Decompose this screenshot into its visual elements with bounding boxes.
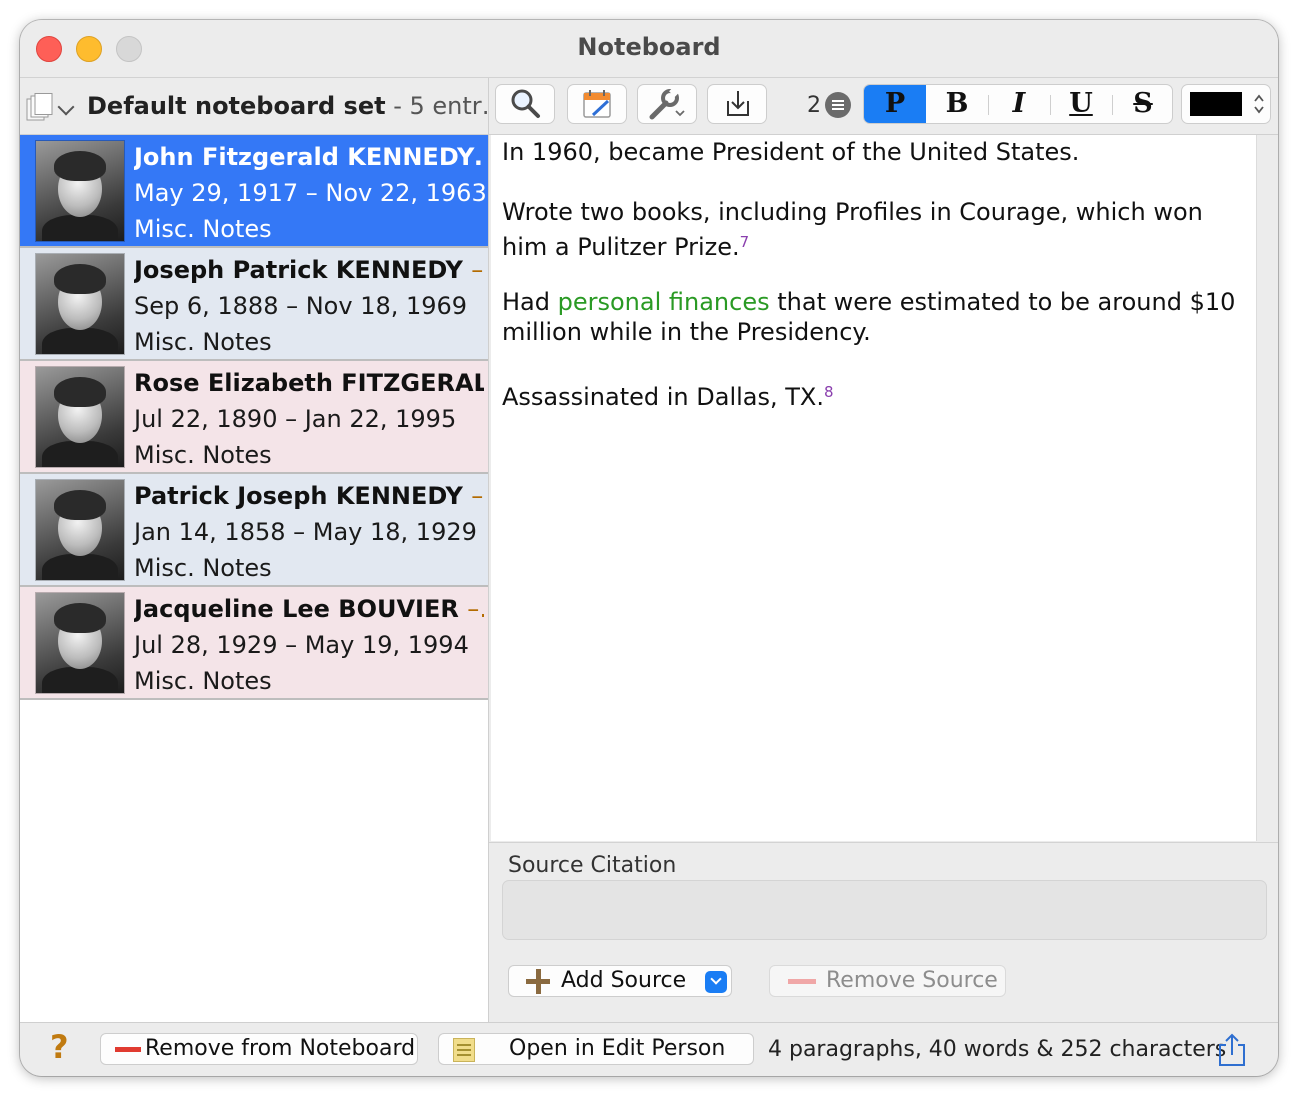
person-name: John Fitzgerald KENNEDY… (134, 143, 484, 171)
word-count-stats: 4 paragraphs, 40 words & 252 characters (768, 1037, 1227, 1062)
person-life-dates: Sep 6, 1888 – Nov 18, 1969 (134, 292, 468, 320)
person-note-type: Misc. Notes (134, 554, 272, 582)
source-citation-field[interactable] (502, 880, 1267, 940)
people-list: John Fitzgerald KENNEDY… May 29, 1917 – N… (20, 135, 488, 700)
strikethrough-button[interactable]: S (1112, 85, 1172, 123)
color-swatch (1190, 92, 1242, 116)
person-row[interactable]: Jacqueline Lee BOUVIER –… Jul 28, 1929 – … (20, 587, 488, 700)
footnote-marker[interactable]: 8 (824, 383, 834, 401)
window-title: Noteboard (577, 33, 721, 61)
person-photo (36, 593, 124, 693)
add-source-label: Add Source (561, 968, 687, 993)
person-photo (36, 367, 124, 467)
text-style-segmented-control: P B I U S (863, 84, 1173, 124)
note-paragraph-1: In 1960, became President of the United … (502, 138, 1080, 166)
person-name-text: Joseph Patrick KENNEDY (134, 256, 472, 284)
remove-source-label: Remove Source (826, 968, 998, 993)
remove-from-noteboard-label: Remove from Noteboard (145, 1036, 416, 1061)
person-name: Joseph Patrick KENNEDY –… (134, 256, 484, 284)
note-editor[interactable]: In 1960, became President of the United … (491, 135, 1257, 841)
remove-source-button[interactable]: Remove Source (769, 965, 1006, 997)
person-photo (36, 254, 124, 354)
notepad-icon (453, 1038, 475, 1062)
person-life-dates: Jan 14, 1858 – May 18, 1929 (134, 518, 477, 546)
noteboard-window: Noteboard Default noteboard set - 5 entr… (20, 20, 1278, 1076)
person-name-text: Patrick Joseph KENNEDY (134, 482, 472, 510)
person-name-overflow: –… (467, 595, 484, 623)
person-name-text: John Fitzgerald KENNEDY… (134, 143, 484, 171)
underline-button[interactable]: U (1050, 85, 1112, 123)
person-note-type: Misc. Notes (134, 667, 272, 695)
person-name: Jacqueline Lee BOUVIER –… (134, 595, 484, 623)
person-row[interactable]: John Fitzgerald KENNEDY… May 29, 1917 – N… (20, 135, 488, 248)
person-note-type: Misc. Notes (134, 215, 272, 243)
noteboard-set-title: Default noteboard set - 5 entr… (87, 92, 506, 120)
bottom-bar: ? Remove from Noteboard Open in Edit Per… (20, 1022, 1278, 1076)
minus-icon (115, 1047, 141, 1052)
footnote-marker[interactable]: 7 (740, 233, 750, 251)
source-citation-panel: Source Citation Add Source Remove Source (489, 842, 1278, 1023)
personal-finances-link[interactable]: personal finances (558, 288, 770, 316)
stepper-chevrons-icon (1254, 94, 1264, 114)
note-paragraph-4: Assassinated in Dallas, TX.8 (502, 377, 1242, 412)
text-color-well[interactable] (1181, 84, 1271, 124)
person-life-dates: May 29, 1917 – Nov 22, 1963 (134, 179, 487, 207)
person-row[interactable]: Joseph Patrick KENNEDY –…Sep 6, 1888 – N… (20, 248, 488, 361)
help-icon[interactable]: ? (50, 1028, 69, 1066)
minus-icon (788, 979, 816, 984)
person-life-dates: Jul 28, 1929 – May 19, 1994 (134, 631, 469, 659)
chevron-down-icon[interactable] (705, 971, 727, 993)
person-name-text: Jacqueline Lee BOUVIER (134, 595, 468, 623)
note-paragraph-3: Had personal finances that were estimate… (502, 287, 1242, 347)
wrench-icon (649, 87, 685, 120)
person-row[interactable]: Rose Elizabeth FITZGERAL… Jul 22, 1890 – … (20, 361, 488, 474)
tools-menu-button[interactable] (637, 84, 697, 124)
title-bar: Noteboard (20, 20, 1278, 78)
calendar-button[interactable] (567, 84, 627, 124)
list-style-icon[interactable] (825, 92, 851, 118)
documents-icon (26, 93, 53, 121)
person-name: Rose Elizabeth FITZGERAL… (134, 369, 484, 397)
person-photo (36, 141, 124, 241)
person-name-overflow: –… (471, 482, 484, 510)
person-name-overflow: –… (471, 256, 484, 284)
people-list-pane: Default noteboard set - 5 entr… John Fit… (20, 78, 506, 1022)
paragraph-count: 2 (807, 93, 821, 118)
person-life-dates: Jul 22, 1890 – Jan 22, 1995 (134, 405, 457, 433)
open-in-edit-person-label: Open in Edit Person (509, 1036, 726, 1061)
search-button[interactable] (495, 84, 555, 124)
italic-button[interactable]: I (988, 85, 1050, 123)
note-paragraph-3-prefix: Had (502, 288, 558, 316)
noteboard-set-count: - 5 entr… (385, 92, 506, 120)
note-paragraph-2: Wrote two books, including Profiles in C… (502, 197, 1242, 262)
add-source-button[interactable]: Add Source (508, 965, 732, 997)
remove-from-noteboard-button[interactable]: Remove from Noteboard (100, 1033, 418, 1065)
search-icon (511, 89, 540, 118)
person-note-type: Misc. Notes (134, 441, 272, 469)
bold-button[interactable]: B (926, 85, 988, 123)
plain-style-button[interactable]: P (864, 85, 926, 123)
noteboard-set-selector[interactable]: Default noteboard set - 5 entr… (20, 78, 506, 135)
editor-toolbar: 2 P B I U S (489, 78, 1278, 135)
person-name: Patrick Joseph KENNEDY –… (134, 482, 484, 510)
download-tray-icon (727, 91, 749, 116)
calendar-edit-icon (583, 90, 611, 118)
source-citation-label: Source Citation (508, 853, 677, 878)
person-row[interactable]: Patrick Joseph KENNEDY –… Jan 14, 1858 – … (20, 474, 488, 587)
share-icon[interactable] (1216, 1033, 1248, 1067)
person-note-type: Misc. Notes (134, 328, 272, 356)
person-name-text: Rose Elizabeth FITZGERAL… (134, 369, 484, 397)
import-button[interactable] (707, 84, 767, 124)
person-photo (36, 480, 124, 580)
chevron-down-icon[interactable] (57, 98, 75, 116)
open-in-edit-person-button[interactable]: Open in Edit Person (438, 1033, 754, 1065)
noteboard-set-name: Default noteboard set (87, 92, 386, 120)
note-paragraph-4-text: Assassinated in Dallas, TX. (502, 383, 824, 411)
note-paragraph-2-text: Wrote two books, including Profiles in C… (502, 198, 1203, 261)
